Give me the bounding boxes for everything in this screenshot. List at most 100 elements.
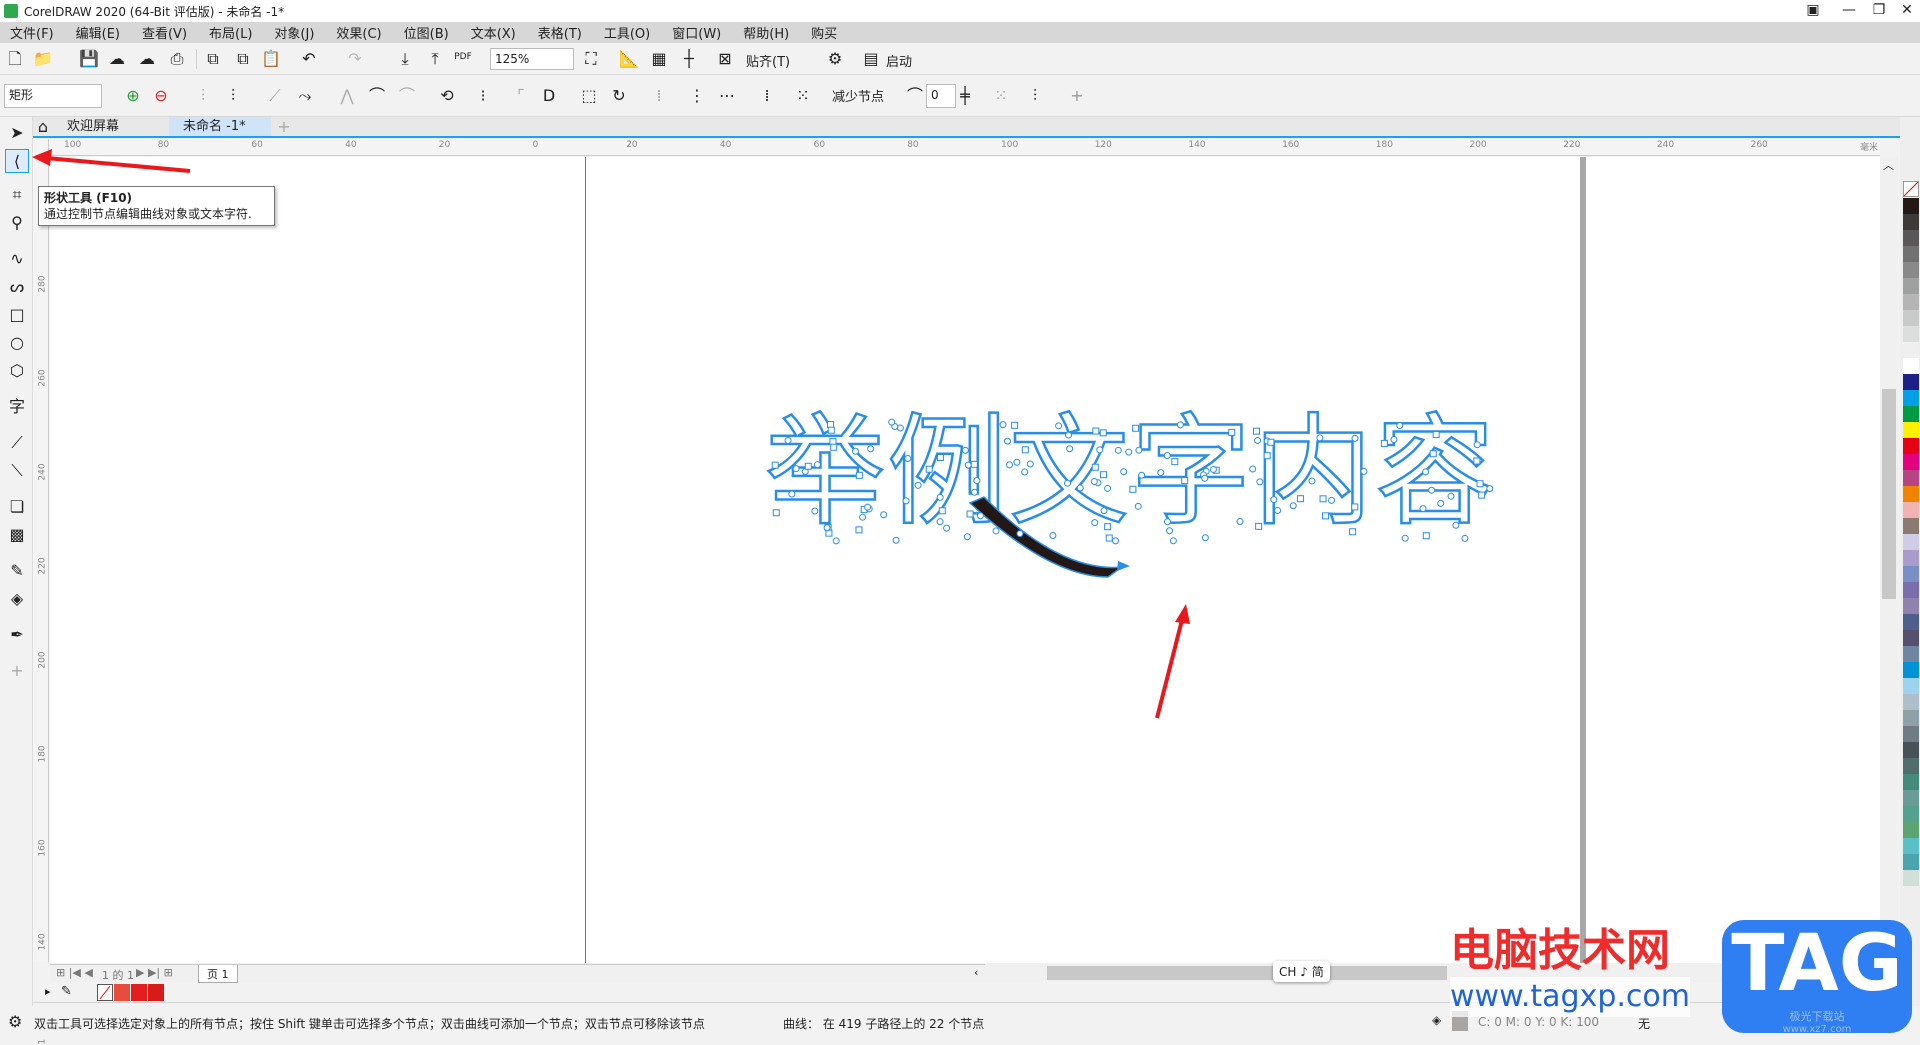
node-handle[interactable] xyxy=(1176,421,1184,429)
node-handle[interactable] xyxy=(1419,505,1427,513)
node-handle[interactable] xyxy=(964,461,972,469)
node-handle[interactable] xyxy=(829,438,837,446)
palette-swatch[interactable] xyxy=(1903,390,1919,406)
palette-swatch[interactable] xyxy=(1903,662,1919,678)
node-handle[interactable] xyxy=(1308,477,1316,485)
horizontal-scroll-thumb[interactable] xyxy=(1047,966,1447,980)
node-handle[interactable] xyxy=(963,533,971,541)
pdf-export-icon[interactable]: PDF xyxy=(452,47,474,67)
palette-swatch[interactable] xyxy=(1903,566,1919,582)
palette-swatch[interactable] xyxy=(1903,262,1919,278)
node-handle[interactable] xyxy=(970,460,978,468)
node-handle[interactable] xyxy=(832,537,840,545)
node-handle[interactable] xyxy=(864,503,872,511)
node-handle[interactable] xyxy=(1478,491,1486,499)
menu-item-0[interactable]: 文件(F) xyxy=(10,23,54,42)
join-nodes-icon[interactable]: ⫶ xyxy=(192,86,214,106)
palette-swatch[interactable] xyxy=(1903,470,1919,486)
smooth-node-icon[interactable]: ⌒ xyxy=(366,86,388,106)
node-handle[interactable] xyxy=(1429,450,1437,458)
palette-swatch[interactable] xyxy=(1903,326,1919,342)
freehand-tool-icon[interactable]: ∿ xyxy=(5,247,29,271)
transparency-tool-icon[interactable]: ▩ xyxy=(5,523,29,547)
node-handle[interactable] xyxy=(892,536,900,544)
node-handle[interactable] xyxy=(943,524,951,532)
menu-item-10[interactable]: 窗口(W) xyxy=(672,23,721,42)
node-handle[interactable] xyxy=(992,527,1000,535)
node-handle[interactable] xyxy=(1390,435,1398,443)
node-handle[interactable] xyxy=(855,471,863,479)
export-icon[interactable]: ⤒ xyxy=(424,49,446,69)
node-handle[interactable] xyxy=(867,445,875,453)
palette-swatch[interactable] xyxy=(1903,422,1919,438)
node-handle[interactable] xyxy=(1349,528,1357,536)
new-tab-icon[interactable]: + xyxy=(273,117,295,137)
node-handle[interactable] xyxy=(888,418,896,426)
expand-icon[interactable]: ▸ xyxy=(45,985,51,998)
extract-subpath-icon[interactable]: ⌜ xyxy=(510,86,532,106)
to-curve-icon[interactable]: ⤳ xyxy=(294,86,316,106)
close-curve-icon[interactable]: D xyxy=(538,86,560,106)
node-handle[interactable] xyxy=(1432,431,1440,439)
palette-swatch[interactable] xyxy=(1903,438,1919,454)
crop-tool-icon[interactable]: ⌗ xyxy=(5,183,29,207)
palette-swatch[interactable] xyxy=(1903,454,1919,470)
node-handle[interactable] xyxy=(936,518,944,526)
copy-icon[interactable]: ⧉ xyxy=(232,49,254,69)
mirror-vertical-icon[interactable]: ⋯ xyxy=(716,86,738,106)
node-handle[interactable] xyxy=(1064,479,1072,487)
node-handle[interactable] xyxy=(1090,477,1098,485)
node-handle[interactable] xyxy=(1297,495,1305,503)
node-handle[interactable] xyxy=(1254,436,1262,444)
node-handle[interactable] xyxy=(859,513,867,521)
menu-item-9[interactable]: 工具(O) xyxy=(604,23,650,42)
node-handle[interactable] xyxy=(1114,446,1122,454)
palette-swatch[interactable] xyxy=(1903,822,1919,838)
node-handle[interactable] xyxy=(1319,495,1327,503)
dimension-tool-icon[interactable]: ⟋ xyxy=(5,431,29,455)
node-handle[interactable] xyxy=(902,497,910,505)
node-handle[interactable] xyxy=(1104,523,1112,531)
node-handle[interactable] xyxy=(1065,431,1073,439)
node-handle[interactable] xyxy=(1100,507,1108,515)
node-handle[interactable] xyxy=(1138,471,1146,479)
palette-swatch[interactable] xyxy=(1903,278,1919,294)
node-handle[interactable] xyxy=(1091,519,1099,527)
node-handle[interactable] xyxy=(1166,527,1174,535)
node-handle[interactable] xyxy=(1428,486,1436,494)
ime-indicator[interactable]: CH ♪ 简 xyxy=(1273,961,1330,982)
node-handle[interactable] xyxy=(1360,467,1368,475)
node-handle[interactable] xyxy=(1096,446,1104,454)
palette-swatch[interactable] xyxy=(1903,358,1919,374)
node-handle[interactable] xyxy=(1016,530,1024,538)
vertical-ruler[interactable]: 280260240220200180160140120 xyxy=(33,139,49,1045)
palette-swatch[interactable] xyxy=(1903,502,1919,518)
menu-item-6[interactable]: 位图(B) xyxy=(404,23,449,42)
node-handle[interactable] xyxy=(925,465,933,473)
node-handle[interactable] xyxy=(914,481,922,489)
tab-welcome-screen[interactable]: 欢迎屏幕 xyxy=(53,117,169,136)
elastic-mode-icon[interactable]: ⁞ xyxy=(756,86,778,106)
palette-swatch[interactable] xyxy=(1903,614,1919,630)
palette-swatch[interactable] xyxy=(1903,198,1919,214)
node-handle[interactable] xyxy=(772,509,780,517)
node-handle[interactable] xyxy=(1132,424,1140,432)
node-handle[interactable] xyxy=(1105,534,1113,542)
node-handle[interactable] xyxy=(973,477,981,485)
node-handle[interactable] xyxy=(1066,445,1074,453)
menu-item-5[interactable]: 效果(C) xyxy=(336,23,381,42)
no-color-swatch[interactable] xyxy=(1903,181,1919,197)
node-handle[interactable] xyxy=(1316,434,1324,442)
save-icon[interactable]: 💾 xyxy=(78,49,100,69)
break-curve-icon[interactable]: ⫶ xyxy=(222,86,244,106)
palette-swatch[interactable] xyxy=(1903,742,1919,758)
node-handle[interactable] xyxy=(1209,465,1217,473)
object-type-select[interactable]: 矩形 xyxy=(4,84,102,108)
palette-swatch[interactable] xyxy=(1903,710,1919,726)
node-handle[interactable] xyxy=(1236,518,1244,526)
node-handle[interactable] xyxy=(804,462,812,470)
artistic-media-icon[interactable]: ᔕ xyxy=(5,275,29,299)
node-handle[interactable] xyxy=(1274,506,1282,514)
horizontal-ruler[interactable]: 100 80 60 40 20 0 20 40 60 80 100 120 140 160 180 200 22… xyxy=(49,139,1880,156)
eyedropper-tool-icon[interactable]: ✎ xyxy=(5,559,29,583)
